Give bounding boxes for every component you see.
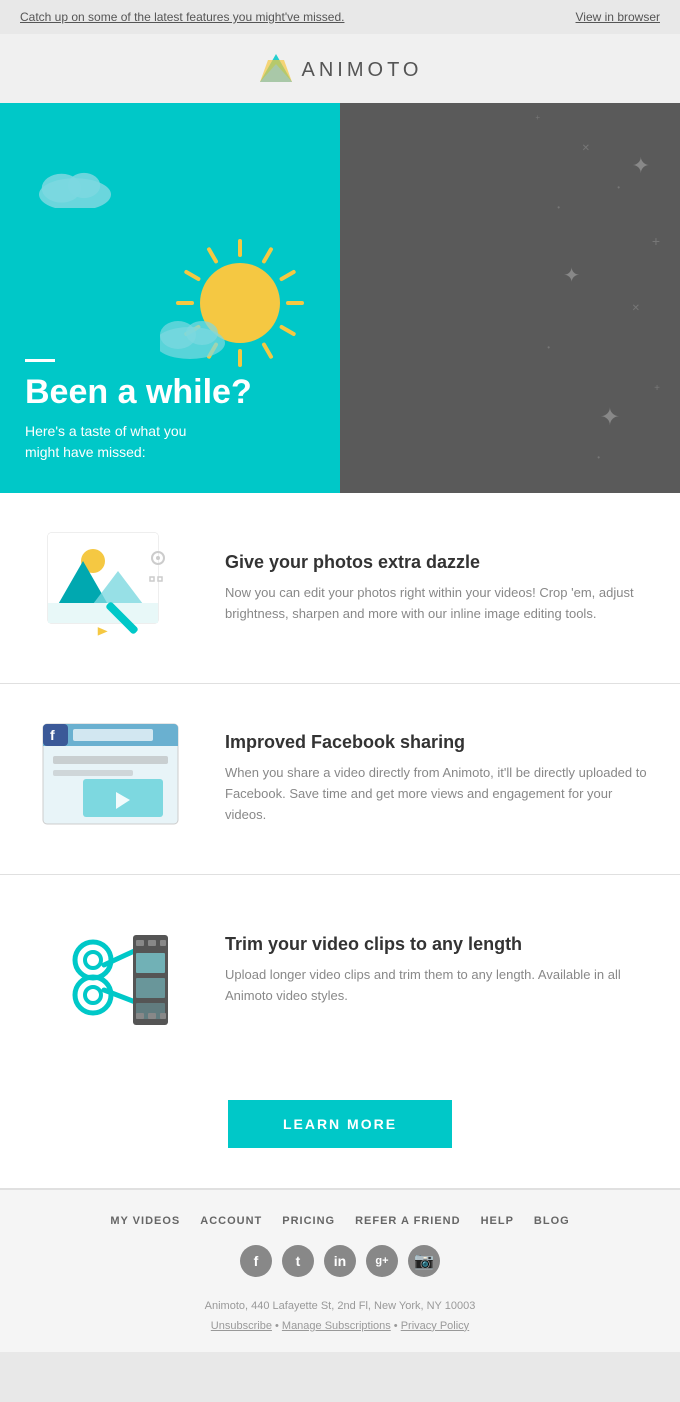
feature-facebook-title: Improved Facebook sharing [225, 732, 655, 753]
facebook-social-icon[interactable]: f [240, 1245, 272, 1277]
social-icons: f t in g+ 📷 [20, 1245, 660, 1277]
photo-edit-illustration [25, 523, 200, 653]
star-icon: • [547, 343, 550, 352]
feature-photo-text: Give your photos extra dazzle Now you ca… [225, 552, 655, 625]
instagram-social-icon[interactable]: 📷 [408, 1245, 440, 1277]
top-bar: Catch up on some of the latest features … [0, 0, 680, 34]
feature-video-title: Trim your video clips to any length [225, 934, 655, 955]
star-icon: ✦ [632, 153, 650, 179]
star-icon: ✦ [563, 263, 580, 288]
footer-link-account[interactable]: ACCOUNT [200, 1215, 262, 1227]
star-icon: + [535, 113, 540, 122]
hero-right: ✕ • • ✦ ✦ ✕ • ✦ + + • + [340, 103, 680, 493]
address-text: Animoto, 440 Lafayette St, 2nd Fl, New Y… [205, 1300, 476, 1312]
cta-section: LEARN MORE [0, 1065, 680, 1189]
logo-text: ANIMOTO [302, 59, 423, 82]
hero-divider [25, 359, 55, 362]
star-icon: • [597, 453, 600, 462]
linkedin-social-icon[interactable]: in [324, 1245, 356, 1277]
hero-left: Been a while? Here's a taste of what you… [0, 103, 340, 493]
feature-video-trim: Trim your video clips to any length Uplo… [0, 875, 680, 1065]
feature-facebook-text: Improved Facebook sharing When you share… [225, 732, 655, 825]
star-icon: ✦ [600, 403, 620, 432]
catch-up-link[interactable]: Catch up on some of the latest features … [20, 10, 344, 24]
star-icon: • [617, 183, 620, 192]
fb-share-illustration: f [25, 714, 200, 844]
feature-facebook-desc: When you share a video directly from Ani… [225, 763, 655, 825]
googleplus-social-icon[interactable]: g+ [366, 1245, 398, 1277]
feature-video-text: Trim your video clips to any length Uplo… [225, 934, 655, 1007]
star-icon: ✕ [582, 143, 590, 154]
logo-area: ANIMOTO [0, 34, 680, 103]
learn-more-button[interactable]: LEARN MORE [228, 1100, 452, 1148]
footer-link-pricing[interactable]: PRICING [282, 1215, 335, 1227]
cloud-icon [30, 163, 120, 208]
footer-nav-links: MY VIDEOS ACCOUNT PRICING REFER A FRIEND… [20, 1215, 660, 1227]
feature-facebook-sharing: f Improved Facebook sharing When you sha… [0, 684, 680, 875]
video-trim-illustration [25, 905, 200, 1035]
footer-address: Animoto, 440 Lafayette St, 2nd Fl, New Y… [20, 1297, 660, 1337]
footer-link-my-videos[interactable]: MY VIDEOS [110, 1215, 180, 1227]
feature-video-desc: Upload longer video clips and trim them … [225, 965, 655, 1007]
footer-link-blog[interactable]: BLOG [534, 1215, 570, 1227]
star-icon: ✕ [632, 303, 640, 314]
svg-text:f: f [50, 727, 55, 743]
feature-photo-title: Give your photos extra dazzle [225, 552, 655, 573]
unsubscribe-link[interactable]: Unsubscribe [211, 1320, 272, 1332]
footer-link-refer[interactable]: REFER A FRIEND [355, 1215, 460, 1227]
star-icon: • [557, 203, 560, 212]
hero-section: Been a while? Here's a taste of what you… [0, 103, 680, 493]
feature-photo-editing: Give your photos extra dazzle Now you ca… [0, 493, 680, 684]
footer: MY VIDEOS ACCOUNT PRICING REFER A FRIEND… [0, 1189, 680, 1352]
manage-subscriptions-link[interactable]: Manage Subscriptions [282, 1320, 391, 1332]
star-icon: + [654, 383, 660, 394]
animoto-logo-icon [258, 52, 294, 88]
sun-icon [160, 213, 340, 413]
privacy-policy-link[interactable]: Privacy Policy [401, 1320, 469, 1332]
view-in-browser-link[interactable]: View in browser [576, 10, 660, 24]
footer-link-help[interactable]: HELP [481, 1215, 514, 1227]
star-icon: + [652, 233, 660, 249]
twitter-social-icon[interactable]: t [282, 1245, 314, 1277]
feature-photo-desc: Now you can edit your photos right withi… [225, 583, 655, 625]
hero-subtitle: Here's a taste of what youmight have mis… [25, 421, 315, 463]
